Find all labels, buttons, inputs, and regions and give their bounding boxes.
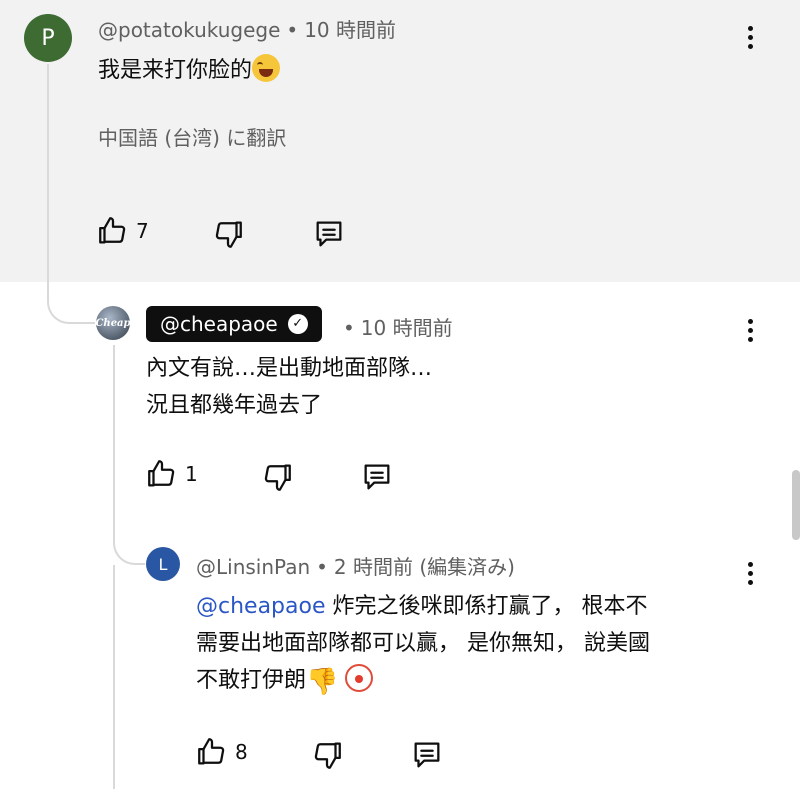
thumbs-up-icon — [148, 460, 175, 487]
reply-icon — [414, 742, 440, 768]
comment-text: @cheapaoe 炸完之後咪即係打贏了， 根本不 需要出地面部隊都可以贏， 是… — [196, 588, 756, 701]
comment-text-line: 內文有說…是出動地面部隊… — [146, 356, 433, 381]
avatar[interactable]: P — [24, 14, 72, 62]
like-count: 7 — [136, 219, 149, 243]
comment-text-line: 需要出地面部隊都可以贏， 是你無知， 說美國 — [196, 631, 650, 656]
comment-text-line: 不敢打伊朗👎 — [196, 662, 756, 701]
comment-text: 我是来打你脸的 — [98, 52, 281, 89]
author-name[interactable]: @potatokukugege — [98, 18, 280, 42]
clown-face-emoji-icon — [345, 664, 374, 692]
thread-line — [113, 565, 115, 789]
thumbs-down-icon — [215, 221, 242, 248]
separator-dot: • — [286, 18, 299, 42]
like-count: 1 — [185, 462, 198, 486]
translate-link[interactable]: 中国語 (台湾) に翻訳 — [98, 122, 286, 151]
comment-text-content: 我是来打你脸的 — [98, 58, 253, 83]
verified-author-pill[interactable]: @cheapaoe ✓ — [146, 306, 322, 342]
reply-button[interactable] — [410, 738, 444, 772]
more-options-button[interactable] — [747, 562, 753, 585]
dislike-button[interactable] — [211, 217, 245, 251]
author-name: @cheapaoe — [160, 312, 278, 336]
dislike-button[interactable] — [260, 460, 294, 494]
comment-text: 內文有說…是出動地面部隊… 況且都幾年過去了 — [146, 350, 432, 424]
author-name[interactable]: @LinsinPan — [196, 555, 310, 579]
timestamp[interactable]: 10 時間前 — [304, 18, 396, 42]
more-options-button[interactable] — [747, 319, 753, 342]
timestamp[interactable]: 2 時間前 (編集済み) — [334, 555, 515, 579]
thread-connector — [113, 345, 145, 565]
laughing-emoji-icon — [252, 54, 281, 82]
thumbs-up-icon — [198, 738, 225, 765]
comment-text-content: 炸完之後咪即係打贏了， 根本不 — [325, 594, 648, 619]
comment-meta: @LinsinPan • 2 時間前 (編集済み) — [196, 551, 515, 580]
comment-text-line: @cheapaoe 炸完之後咪即係打贏了， 根本不 — [196, 588, 756, 625]
reply-icon — [316, 221, 342, 247]
like-button[interactable]: 1 — [145, 457, 198, 491]
avatar[interactable]: L — [146, 547, 180, 581]
timestamp[interactable]: 10 時間前 — [361, 316, 453, 340]
more-options-button[interactable] — [747, 26, 753, 49]
comment-text-line: 況且都幾年過去了 — [146, 393, 323, 418]
mention-link[interactable]: @cheapaoe — [196, 594, 326, 619]
like-count: 8 — [235, 740, 248, 764]
like-button[interactable]: 7 — [96, 214, 149, 248]
reply-icon — [364, 464, 390, 490]
reply-button[interactable] — [360, 460, 394, 494]
thread-connector — [47, 64, 95, 324]
thumbs-up-icon — [99, 217, 126, 244]
separator-dot: • — [316, 555, 328, 579]
thumbs-down-icon — [264, 464, 291, 491]
thumbs-down-emoji-icon: 👎 — [306, 667, 339, 697]
avatar[interactable]: Cheap — [95, 306, 131, 340]
comment-meta: @potatokukugege • 10 時間前 — [98, 14, 396, 43]
like-button[interactable]: 8 — [195, 735, 248, 769]
comment-text-content: 不敢打伊朗 — [196, 668, 307, 693]
verified-check-icon: ✓ — [287, 314, 308, 334]
comment-meta: • 10 時間前 — [337, 312, 453, 341]
scrollbar-thumb[interactable] — [792, 470, 800, 540]
reply-button[interactable] — [312, 217, 346, 251]
separator-dot: • — [343, 316, 355, 340]
thumbs-down-icon — [314, 742, 341, 769]
dislike-button[interactable] — [310, 738, 344, 772]
